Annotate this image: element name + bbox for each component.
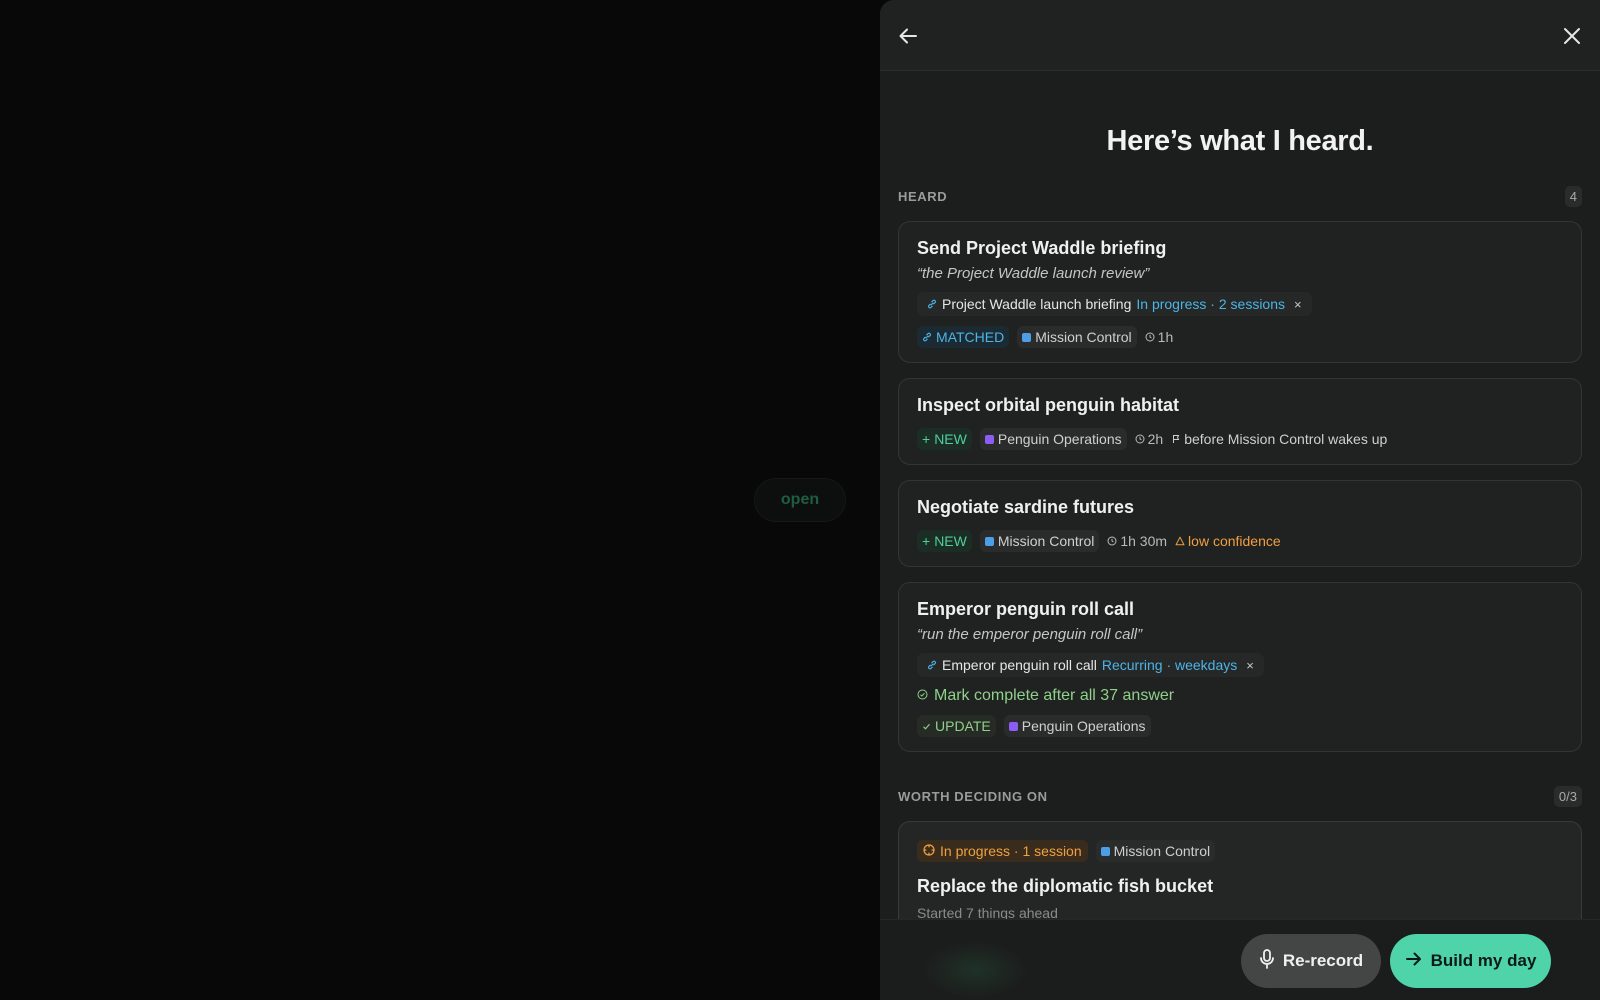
duration[interactable]: 2h — [1135, 431, 1164, 447]
area-label: Mission Control — [997, 533, 1095, 549]
microphone-icon — [1259, 948, 1275, 974]
check-icon — [922, 718, 931, 734]
panel-content[interactable]: Here’s what I heard. HEARD 4 Send Projec… — [898, 71, 1582, 919]
area-label: Mission Control — [1035, 329, 1132, 345]
review-panel: Here’s what I heard. HEARD 4 Send Projec… — [880, 0, 1600, 1000]
arrow-right-icon — [1405, 951, 1423, 972]
tag-label: UPDATE — [935, 718, 991, 734]
worth-section-header: WORTH DECIDING ON 0/3 — [898, 786, 1582, 807]
decision-subtitle: Started 7 things ahead — [917, 905, 1058, 919]
heard-item-card[interactable]: Inspect orbital penguin habitat + NEW Pe… — [898, 378, 1582, 465]
link-icon — [927, 657, 937, 673]
linked-task-chip[interactable]: Emperor penguin roll call Recurring · we… — [917, 653, 1264, 677]
completion-rule-label: Mark complete after all 37 answer — [934, 687, 1175, 704]
worth-count-badge: 0/3 — [1553, 786, 1582, 807]
task-meta: UPDATE Penguin Operations — [917, 715, 1563, 737]
area-chip[interactable]: Penguin Operations — [979, 428, 1127, 450]
linked-task-status: Recurring · weekdays — [1101, 657, 1238, 673]
area-color-swatch — [984, 536, 994, 546]
decision-card[interactable]: In progress · 1 session Mission Control … — [898, 821, 1582, 919]
duration[interactable]: 1h 30m — [1107, 533, 1167, 549]
progress-status-label: In progress · 1 session — [940, 843, 1082, 859]
area-label: Penguin Operations — [1021, 718, 1146, 734]
area-color-swatch — [1022, 332, 1032, 342]
area-label: Penguin Operations — [997, 431, 1122, 447]
footer-glow — [920, 940, 1030, 1000]
task-meta: MATCHED Mission Control 1h — [917, 326, 1563, 348]
area-color-swatch — [984, 434, 994, 444]
plus-icon: + — [922, 431, 931, 447]
linked-task-name: Emperor penguin roll call — [942, 657, 1097, 673]
task-title: Emperor penguin roll call — [917, 599, 1135, 619]
progress-icon — [923, 843, 935, 859]
new-tag: + NEW — [917, 530, 972, 552]
check-circle-icon — [917, 687, 928, 705]
progress-status-chip: In progress · 1 session — [917, 840, 1088, 862]
transcript-quote: “run the emperor penguin roll call” — [917, 626, 1143, 643]
clock-icon — [1135, 431, 1145, 447]
worth-section-label: WORTH DECIDING ON — [898, 789, 1048, 804]
duration[interactable]: 1h — [1145, 329, 1174, 345]
area-chip[interactable]: Mission Control — [1095, 840, 1216, 862]
unlink-button[interactable]: × — [1246, 658, 1254, 673]
heard-item-card[interactable]: Emperor penguin roll call “run the emper… — [898, 582, 1582, 752]
task-meta: + NEW Penguin Operations 2h before Missi… — [917, 428, 1563, 450]
tag-label: NEW — [934, 431, 967, 447]
clock-icon — [1107, 533, 1117, 549]
heard-section-header: HEARD 4 — [898, 186, 1582, 207]
page-title: Here’s what I heard. — [1106, 125, 1374, 157]
area-color-swatch — [1008, 721, 1018, 731]
update-tag: UPDATE — [917, 715, 996, 737]
plus-icon: + — [922, 533, 931, 549]
linked-task-status: In progress · 2 sessions — [1136, 296, 1285, 312]
back-arrow-icon[interactable] — [894, 22, 922, 50]
transcript-quote: “the Project Waddle launch review” — [917, 265, 1150, 282]
panel-header — [880, 0, 1600, 71]
flag-icon — [1171, 431, 1181, 447]
decision-title: Replace the diplomatic fish bucket — [917, 876, 1214, 896]
task-meta: + NEW Mission Control 1h 30m low confide… — [917, 530, 1563, 552]
completion-rule[interactable]: Mark complete after all 37 answer — [917, 687, 1563, 705]
re-record-label: Re-record — [1282, 951, 1364, 970]
warning-icon — [1175, 533, 1185, 549]
build-my-day-label: Build my day — [1430, 951, 1537, 970]
close-icon[interactable] — [1558, 22, 1586, 50]
open-button[interactable]: open — [754, 478, 846, 522]
duration-label: 1h — [1157, 329, 1174, 345]
tag-label: NEW — [934, 533, 967, 549]
linked-task-name: Project Waddle launch briefing — [942, 296, 1132, 312]
linked-task-chip[interactable]: Project Waddle launch briefing In progre… — [917, 292, 1312, 316]
build-my-day-button[interactable]: Build my day — [1390, 934, 1551, 988]
re-record-button[interactable]: Re-record — [1241, 934, 1381, 988]
area-chip[interactable]: Penguin Operations — [1003, 715, 1151, 737]
deadline-label: before Mission Control wakes up — [1184, 431, 1388, 447]
area-label: Mission Control — [1113, 843, 1211, 859]
duration-label: 2h — [1147, 431, 1164, 447]
area-chip[interactable]: Mission Control — [979, 530, 1100, 552]
task-title: Inspect orbital penguin habitat — [917, 395, 1180, 415]
tag-label: MATCHED — [936, 329, 1005, 345]
area-chip[interactable]: Mission Control — [1017, 326, 1137, 348]
duration-label: 1h 30m — [1120, 533, 1168, 549]
heard-section-label: HEARD — [898, 189, 948, 204]
warning-label: low confidence — [1188, 533, 1281, 549]
link-icon — [927, 296, 937, 312]
heard-item-card[interactable]: Negotiate sardine futures + NEW Mission … — [898, 480, 1582, 567]
matched-tag: MATCHED — [917, 326, 1010, 348]
deadline[interactable]: before Mission Control wakes up — [1171, 431, 1387, 447]
unlink-button[interactable]: × — [1294, 297, 1302, 312]
panel-footer: Re-record Build my day — [880, 919, 1600, 1000]
link-icon — [922, 329, 932, 345]
low-confidence-warning: low confidence — [1175, 533, 1281, 549]
area-color-swatch — [1100, 846, 1110, 856]
heard-item-card[interactable]: Send Project Waddle briefing “the Projec… — [898, 221, 1582, 363]
task-title: Send Project Waddle briefing — [917, 238, 1167, 258]
decision-meta: In progress · 1 session Mission Control — [917, 840, 1563, 862]
clock-icon — [1145, 329, 1155, 345]
task-title: Negotiate sardine futures — [917, 497, 1135, 517]
heard-count-badge: 4 — [1564, 186, 1582, 207]
new-tag: + NEW — [917, 428, 972, 450]
backdrop[interactable]: open — [0, 0, 880, 1000]
